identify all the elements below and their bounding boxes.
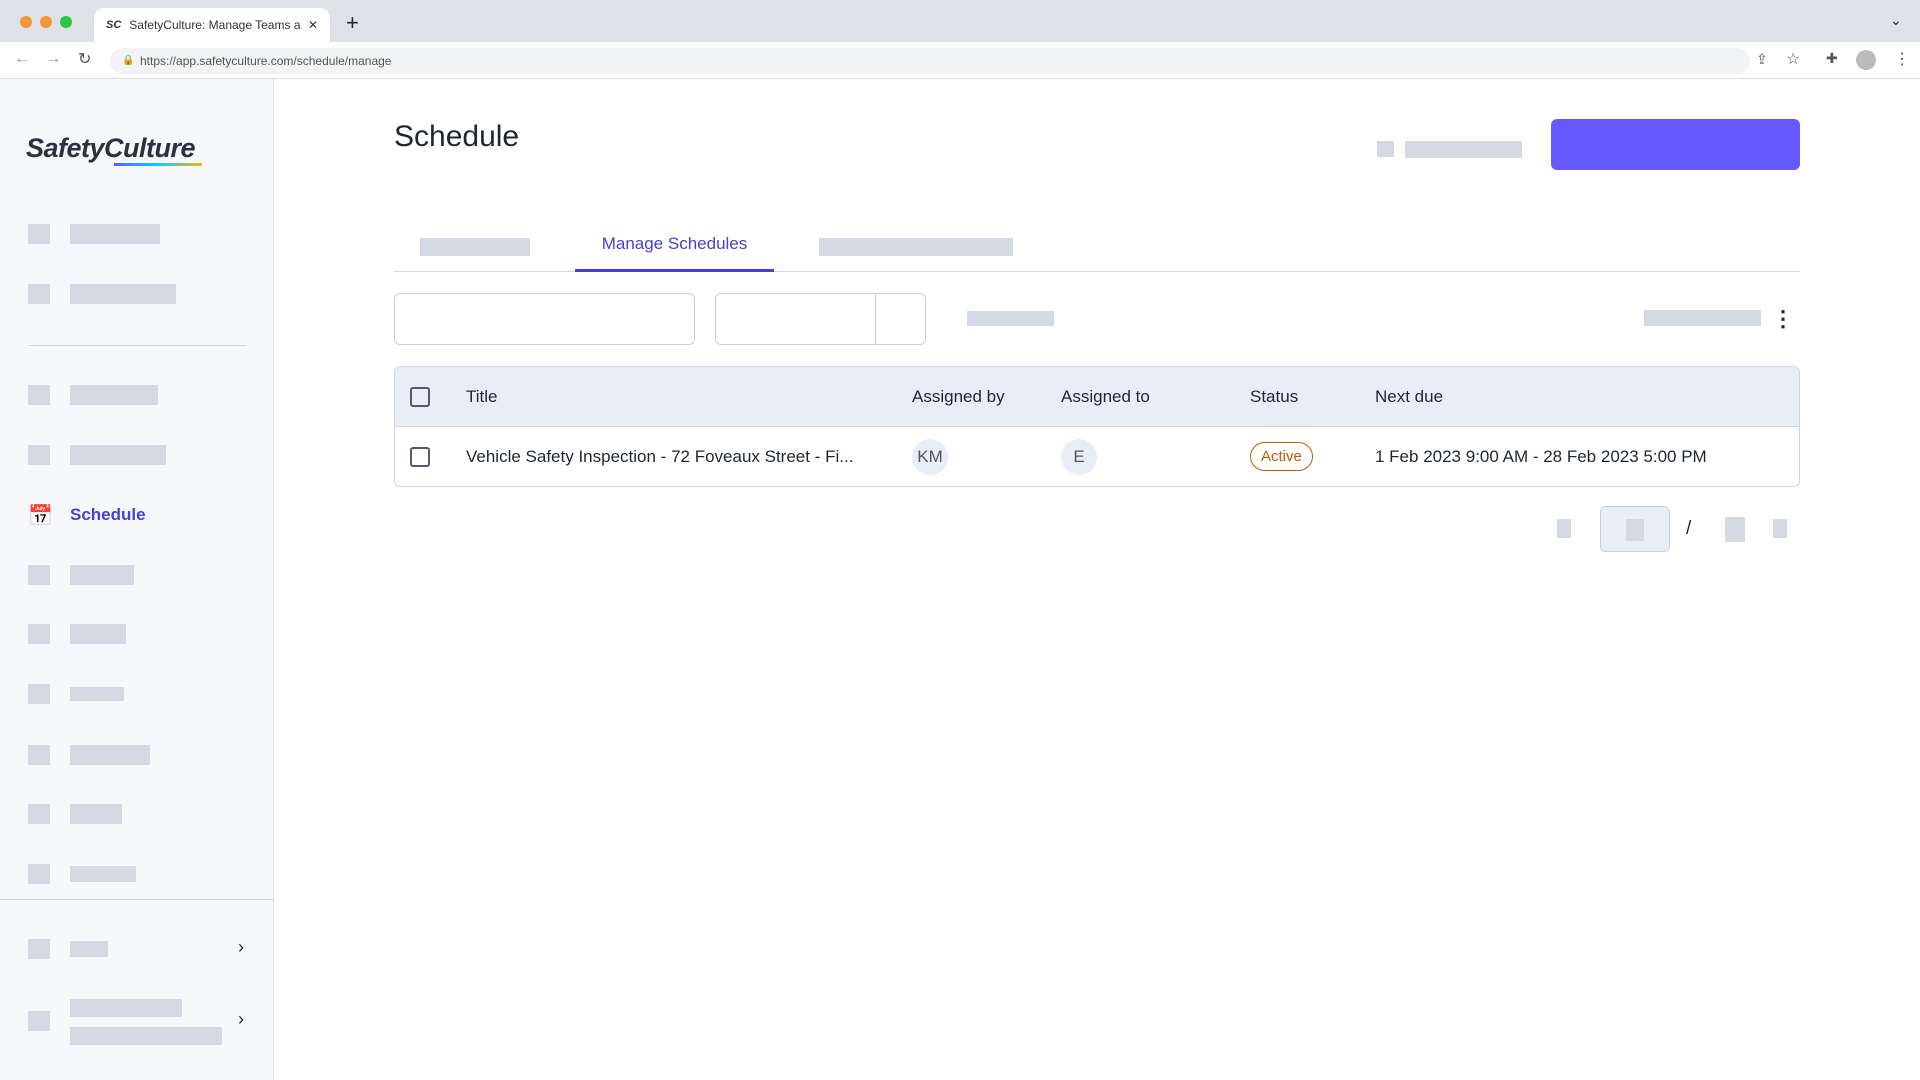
column-title[interactable]: Title — [466, 367, 912, 427]
placeholder-icon[interactable] — [1377, 141, 1394, 157]
browser-tab-bar: SC SafetyCulture: Manage Teams and ... ✕… — [0, 0, 1920, 42]
sidebar-item-expandable[interactable]: › — [28, 937, 248, 961]
table-row[interactable]: Vehicle Safety Inspection - 72 Foveaux S… — [395, 427, 1799, 486]
more-options-icon[interactable]: ⋮ — [1772, 306, 1794, 332]
column-assigned-to[interactable]: Assigned to — [1061, 367, 1250, 427]
safetyculture-logo: SafetyCulture — [26, 133, 203, 166]
minimize-window-button[interactable] — [40, 16, 52, 28]
sidebar-item[interactable] — [28, 862, 248, 886]
column-next-due[interactable]: Next due — [1375, 367, 1799, 427]
total-pages — [1725, 517, 1745, 542]
bookmark-star-icon[interactable]: ☆ — [1786, 49, 1800, 69]
url-text: https://app.safetyculture.com/schedule/m… — [140, 54, 392, 68]
schedules-table: Title Assigned by Assigned to Status Nex… — [394, 366, 1800, 487]
url-field[interactable]: 🔒 https://app.safetyculture.com/schedule… — [110, 48, 1750, 74]
new-tab-button[interactable]: + — [346, 10, 359, 36]
browser-menu-icon[interactable]: ⋮ — [1894, 49, 1910, 69]
tab[interactable] — [819, 238, 1013, 256]
row-checkbox[interactable] — [410, 446, 430, 467]
avatar: KM — [912, 438, 948, 475]
schedule-title[interactable]: Vehicle Safety Inspection - 72 Foveaux S… — [466, 427, 912, 486]
sidebar-item-schedule[interactable]: 📅 Schedule — [28, 503, 248, 527]
select-all-checkbox[interactable] — [410, 386, 430, 407]
share-icon[interactable]: ⇪ — [1756, 51, 1768, 68]
sidebar-divider — [28, 345, 246, 346]
tab-bar: Manage Schedules — [394, 226, 1800, 272]
sidebar-item[interactable] — [28, 443, 248, 467]
close-window-button[interactable] — [20, 16, 32, 28]
chevron-right-icon: › — [238, 1009, 244, 1029]
filter-select[interactable] — [715, 293, 926, 345]
back-icon[interactable]: ← — [14, 50, 30, 68]
avatar: E — [1061, 438, 1097, 475]
next-due: 1 Feb 2023 9:00 AM - 28 Feb 2023 5:00 PM — [1375, 446, 1707, 466]
status-badge: Active — [1250, 442, 1313, 471]
sidebar: SafetyCulture 📅 Schedule › › — [0, 79, 274, 1080]
tab-list-chevron-icon[interactable]: ⌄ — [1890, 12, 1902, 29]
sidebar-item[interactable] — [28, 563, 248, 587]
favicon-icon: SC — [106, 19, 122, 31]
calendar-icon: 📅 — [28, 505, 53, 527]
filter-link[interactable] — [967, 311, 1054, 326]
chevron-right-icon: › — [238, 937, 244, 957]
page-number-input[interactable] — [1600, 506, 1670, 552]
sidebar-item[interactable] — [28, 622, 248, 646]
tab-manage-schedules[interactable]: Manage Schedules — [575, 226, 774, 272]
tab[interactable] — [420, 238, 530, 256]
sidebar-item[interactable] — [28, 743, 248, 767]
placeholder-link[interactable] — [1405, 141, 1522, 158]
sidebar-item-expandable[interactable]: › — [28, 999, 248, 1045]
next-page-button[interactable] — [1773, 519, 1787, 538]
maximize-window-button[interactable] — [60, 16, 72, 28]
sidebar-item[interactable] — [28, 282, 248, 306]
reload-icon[interactable]: ↻ — [78, 49, 91, 69]
tab-title: SafetyCulture: Manage Teams and ... — [129, 18, 300, 32]
close-tab-icon[interactable]: ✕ — [308, 18, 318, 32]
lock-icon: 🔒 — [122, 55, 135, 66]
sidebar-item[interactable] — [28, 682, 248, 706]
sidebar-item[interactable] — [28, 222, 248, 246]
sidebar-item-label: Schedule — [70, 505, 146, 524]
primary-action-button[interactable] — [1551, 119, 1800, 170]
browser-tab[interactable]: SC SafetyCulture: Manage Teams and ... ✕ — [94, 8, 330, 42]
placeholder-link[interactable] — [1644, 310, 1761, 326]
extensions-icon[interactable]: ✚ — [1826, 50, 1838, 67]
sidebar-item[interactable] — [28, 383, 248, 407]
address-bar-row: ← → ↻ 🔒 https://app.safetyculture.com/sc… — [0, 42, 1920, 79]
page-title: Schedule — [394, 120, 520, 153]
column-status[interactable]: Status — [1250, 367, 1375, 427]
sidebar-item[interactable] — [28, 802, 248, 826]
page-separator: / — [1686, 518, 1692, 539]
sidebar-divider — [0, 899, 274, 900]
profile-avatar-icon[interactable] — [1856, 50, 1876, 70]
table-header-row: Title Assigned by Assigned to Status Nex… — [395, 367, 1799, 427]
search-input[interactable] — [394, 293, 695, 345]
prev-page-button[interactable] — [1557, 519, 1571, 538]
column-assigned-by[interactable]: Assigned by — [912, 367, 1061, 427]
forward-icon[interactable]: → — [45, 50, 61, 68]
